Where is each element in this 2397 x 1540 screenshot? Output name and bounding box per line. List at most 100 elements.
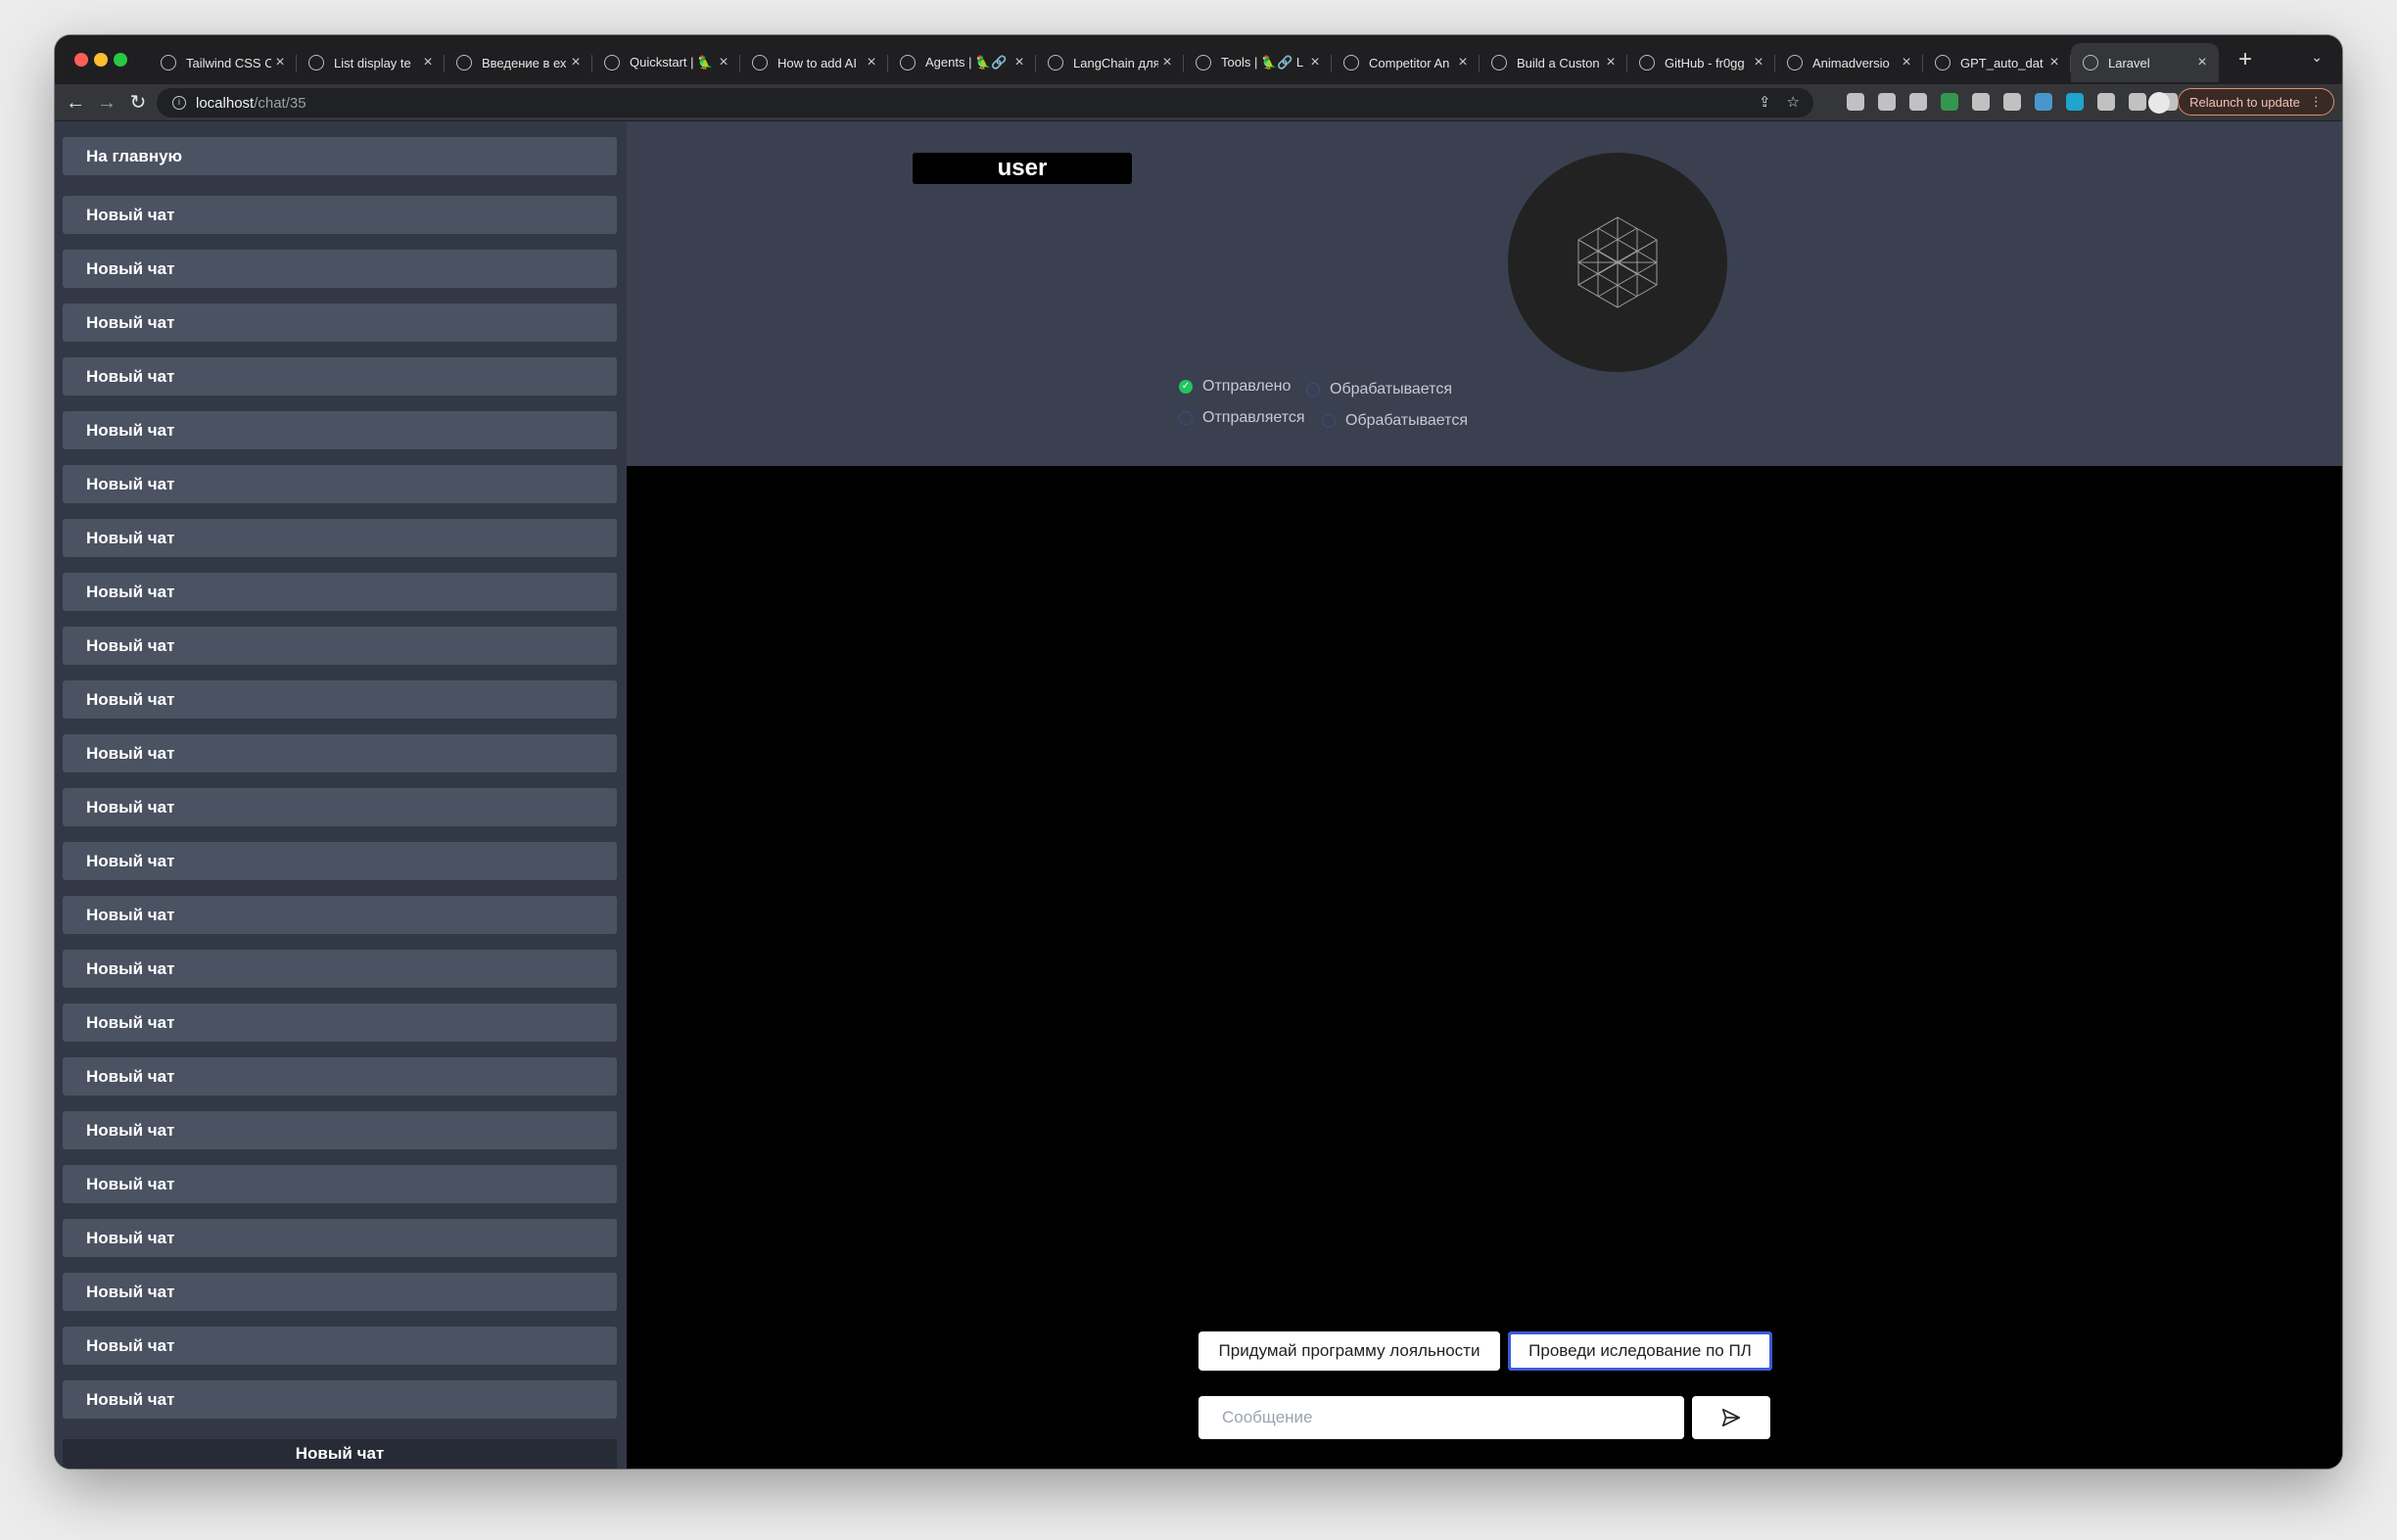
reload-icon[interactable]: ↻ <box>125 90 151 116</box>
chat-messages <box>627 466 2342 1469</box>
puzzle-icon[interactable] <box>2097 93 2115 111</box>
close-icon[interactable]: × <box>1158 54 1176 71</box>
close-icon[interactable]: × <box>271 54 289 71</box>
send-icon <box>1721 1408 1741 1427</box>
zoom-window-button[interactable] <box>114 53 127 67</box>
tab-title: How to add AI <box>777 55 857 70</box>
close-icon[interactable]: × <box>1898 54 1915 71</box>
chat-item[interactable]: Новый чат <box>63 519 617 557</box>
chat-item[interactable]: Новый чат <box>63 1111 617 1149</box>
chat-item[interactable]: Новый чат <box>63 896 617 934</box>
chat-item[interactable]: Новый чат <box>63 627 617 665</box>
chat-item[interactable]: Новый чат <box>63 1057 617 1096</box>
tab-title: Agents | 🦜🔗 <box>925 55 1008 70</box>
more-icon[interactable]: ⋮ <box>2310 94 2323 110</box>
chat-item[interactable]: Новый чат <box>63 1003 617 1042</box>
tab-active[interactable]: Laravel × <box>2071 43 2219 82</box>
browser-window: Tailwind CSS C × List display te × Введени… <box>55 35 2342 1469</box>
close-icon[interactable]: × <box>1010 54 1028 71</box>
tab[interactable]: Tools | 🦜🔗 L × <box>1184 43 1332 82</box>
tab-title: GitHub - fr0gg <box>1665 55 1745 70</box>
close-icon[interactable]: × <box>1602 54 1620 71</box>
download-green-icon[interactable] <box>1941 93 1958 111</box>
tab[interactable]: Competitor An × <box>1332 43 1480 82</box>
profile-avatar[interactable] <box>2148 92 2170 114</box>
chat-item[interactable]: Новый чат <box>63 196 617 234</box>
suggestion-button[interactable]: Проведи иследование по ПЛ <box>1508 1331 1772 1371</box>
tab[interactable]: Введение в ех × <box>445 43 592 82</box>
tab[interactable]: Animadversio × <box>1775 43 1923 82</box>
tab[interactable]: Build a Custon × <box>1480 43 1627 82</box>
close-icon[interactable]: × <box>1306 54 1324 71</box>
chat-item[interactable]: Новый чат <box>63 950 617 988</box>
document-icon[interactable] <box>1972 93 1990 111</box>
tab[interactable]: Quickstart | 🦜 × <box>592 43 740 82</box>
chat-item[interactable]: Новый чат <box>63 842 617 880</box>
chat-item[interactable]: Новый чат <box>63 680 617 719</box>
suggestion-button[interactable]: Придумай программу лояльности <box>1198 1331 1500 1371</box>
chat-item[interactable]: Новый чат <box>63 573 617 611</box>
chat-item[interactable]: Новый чат <box>63 1380 617 1419</box>
pending-circle-icon <box>1179 411 1193 425</box>
tab[interactable]: LangChain для × <box>1036 43 1184 82</box>
chat-item[interactable]: Новый чат <box>63 465 617 503</box>
chat-item[interactable]: Новый чат <box>63 303 617 342</box>
react-devtools-icon[interactable] <box>1909 93 1927 111</box>
tab[interactable]: GitHub - fr0gg × <box>1627 43 1775 82</box>
close-icon[interactable]: × <box>419 54 437 71</box>
extensions-bar <box>1847 93 2178 111</box>
close-icon[interactable]: × <box>715 54 732 71</box>
status-label: Отправлено <box>1202 378 1292 395</box>
close-icon[interactable]: × <box>1750 54 1767 71</box>
downloads-icon[interactable] <box>2129 93 2146 111</box>
status-processing: Обрабатывается <box>1322 412 1468 430</box>
send-button[interactable] <box>1692 1396 1770 1439</box>
address-bar[interactable]: i localhost/chat/35 ⇪ ☆ <box>157 88 1813 117</box>
tab-title: Введение в ех <box>482 55 567 70</box>
relaunch-button[interactable]: Relaunch to update ⋮ <box>2178 88 2334 116</box>
tab[interactable]: List display te × <box>297 43 445 82</box>
chat-item[interactable]: Новый чат <box>63 411 617 449</box>
chat-header: user ✓ Отправлено Обрабатывается Отправл… <box>627 121 2342 466</box>
back-arrow-icon[interactable]: ← <box>63 90 88 116</box>
info-icon[interactable]: i <box>172 96 186 110</box>
agents-icon <box>900 55 916 70</box>
tab[interactable]: Tailwind CSS C × <box>149 43 297 82</box>
status-label: Обрабатывается <box>1330 381 1452 397</box>
extension-icon[interactable] <box>1847 93 1864 111</box>
chat-item[interactable]: Новый чат <box>63 1219 617 1257</box>
shield-icon[interactable] <box>1878 93 1896 111</box>
close-icon[interactable]: × <box>567 54 585 71</box>
close-window-button[interactable] <box>74 53 88 67</box>
forward-arrow-icon[interactable]: → <box>94 90 119 116</box>
minimize-window-button[interactable] <box>94 53 108 67</box>
chat-item[interactable]: Новый чат <box>63 250 617 288</box>
close-icon[interactable]: × <box>1454 54 1472 71</box>
download-blue-icon[interactable] <box>2035 93 2052 111</box>
window-icon[interactable] <box>2003 93 2021 111</box>
new-tab-button[interactable]: + <box>2238 47 2252 72</box>
tab[interactable]: GPT_auto_dat × <box>1923 43 2071 82</box>
chat-item[interactable]: Новый чат <box>63 734 617 772</box>
home-button[interactable]: На главную <box>63 137 617 175</box>
chat-item[interactable]: Новый чат <box>63 788 617 826</box>
page-content: На главную Новый чат Новый чат Новый чат Но… <box>55 121 2342 1469</box>
bookmark-star-icon[interactable]: ☆ <box>1787 93 1800 111</box>
tab[interactable]: Agents | 🦜🔗 × <box>888 43 1036 82</box>
chat-item[interactable]: Новый чат <box>63 1165 617 1203</box>
new-chat-button[interactable]: Новый чат <box>63 1439 617 1469</box>
message-input[interactable] <box>1198 1396 1684 1439</box>
avatar <box>1508 153 1727 372</box>
tab-search-button[interactable]: ⌄ <box>2311 49 2323 66</box>
close-icon[interactable]: × <box>2193 54 2211 71</box>
tab-title: Competitor An <box>1369 55 1450 70</box>
close-icon[interactable]: × <box>863 54 880 71</box>
close-icon[interactable]: × <box>2045 54 2063 71</box>
ai-icon <box>752 55 768 70</box>
share-icon[interactable]: ⇪ <box>1759 93 1771 111</box>
chat-item[interactable]: Новый чат <box>63 1273 617 1311</box>
vimeo-icon[interactable] <box>2066 93 2084 111</box>
chat-item[interactable]: Новый чат <box>63 1327 617 1365</box>
chat-item[interactable]: Новый чат <box>63 357 617 396</box>
tab[interactable]: How to add AI × <box>740 43 888 82</box>
